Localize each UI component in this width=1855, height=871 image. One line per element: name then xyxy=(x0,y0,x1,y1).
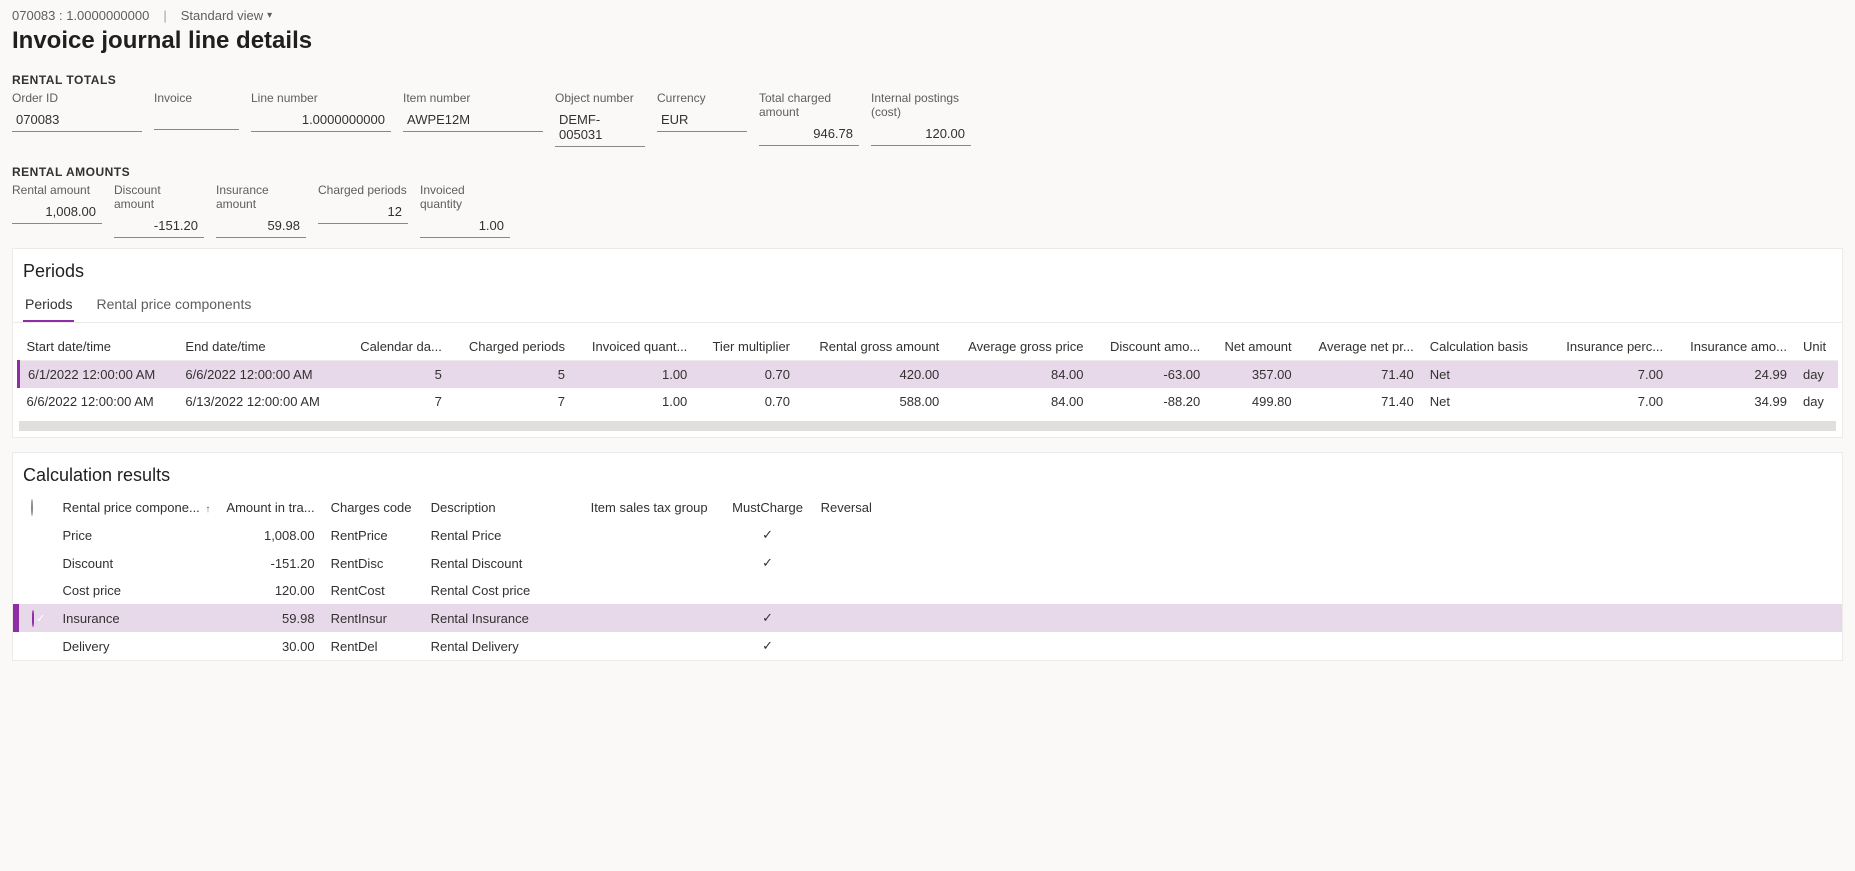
col-tax[interactable]: Item sales tax group xyxy=(583,494,723,521)
view-label: Standard view xyxy=(181,8,263,23)
field-charged-periods: Charged periods 12 xyxy=(318,183,408,238)
check-icon: ✓ xyxy=(762,638,773,653)
col-rev[interactable]: Reversal xyxy=(813,494,903,521)
tab-rental-price-components[interactable]: Rental price components xyxy=(94,290,253,322)
periods-tabs: Periods Rental price components xyxy=(13,290,1842,323)
table-row[interactable]: 6/1/2022 12:00:00 AM6/6/2022 12:00:00 AM… xyxy=(19,361,1839,389)
table-row[interactable]: Discount-151.20RentDiscRental Discount✓ xyxy=(15,549,1843,577)
periods-col[interactable]: Calendar da... xyxy=(343,333,450,361)
periods-col[interactable]: Charged periods xyxy=(450,333,573,361)
periods-col[interactable]: Average net pr... xyxy=(1300,333,1422,361)
col-amount[interactable]: Amount in tra... xyxy=(218,494,322,521)
field-rental-amount: Rental amount 1,008.00 xyxy=(12,183,102,238)
periods-col[interactable]: End date/time xyxy=(177,333,342,361)
page-title: Invoice journal line details xyxy=(0,27,1855,65)
col-desc[interactable]: Description xyxy=(423,494,583,521)
field-currency: Currency EUR xyxy=(657,91,747,147)
tab-periods[interactable]: Periods xyxy=(23,290,74,322)
periods-col[interactable]: Start date/time xyxy=(19,333,178,361)
rental-amounts-fields: Rental amount 1,008.00 Discount amount -… xyxy=(0,183,1855,248)
periods-col[interactable]: Insurance perc... xyxy=(1547,333,1671,361)
periods-col[interactable]: Insurance amo... xyxy=(1671,333,1795,361)
field-discount-amount: Discount amount -151.20 xyxy=(114,183,204,238)
field-invoice: Invoice xyxy=(154,91,239,147)
view-selector[interactable]: Standard view ▾ xyxy=(181,8,272,23)
table-row[interactable]: Cost price120.00RentCostRental Cost pric… xyxy=(15,577,1843,604)
table-row[interactable]: 6/6/2022 12:00:00 AM6/13/2022 12:00:00 A… xyxy=(19,388,1839,415)
periods-col[interactable]: Discount amo... xyxy=(1092,333,1209,361)
table-row[interactable]: Price1,008.00RentPriceRental Price✓ xyxy=(15,521,1843,549)
periods-col[interactable]: Average gross price xyxy=(947,333,1091,361)
calc-title: Calculation results xyxy=(13,453,1842,494)
sort-asc-icon: ↑ xyxy=(205,504,210,515)
periods-grid-wrap: Start date/timeEnd date/timeCalendar da.… xyxy=(13,323,1842,419)
check-icon: ✓ xyxy=(762,610,773,625)
table-row[interactable]: Insurance59.98RentInsurRental Insurance✓ xyxy=(15,604,1843,632)
horizontal-scrollbar[interactable] xyxy=(19,421,1836,431)
field-item-number: Item number AWPE12M xyxy=(403,91,543,147)
col-component[interactable]: Rental price compone... ↑ xyxy=(55,494,219,521)
field-order-id: Order ID 070083 xyxy=(12,91,142,147)
field-invoiced-quantity: Invoiced quantity 1.00 xyxy=(420,183,510,238)
calc-panel: Calculation results Rental price compone… xyxy=(12,452,1843,661)
separator: | xyxy=(163,8,166,23)
periods-panel: Periods Periods Rental price components … xyxy=(12,248,1843,438)
check-icon: ✓ xyxy=(762,527,773,542)
periods-col[interactable]: Calculation basis xyxy=(1422,333,1547,361)
field-insurance-amount: Insurance amount 59.98 xyxy=(216,183,306,238)
breadcrumb-bar: 070083 : 1.0000000000 | Standard view ▾ xyxy=(0,0,1855,27)
select-all-circle[interactable] xyxy=(31,499,33,516)
check-icon: ✓ xyxy=(762,555,773,570)
calc-grid: Rental price compone... ↑ Amount in tra.… xyxy=(13,494,1842,660)
periods-col[interactable]: Net amount xyxy=(1208,333,1299,361)
periods-title: Periods xyxy=(13,249,1842,290)
periods-col[interactable]: Rental gross amount xyxy=(798,333,947,361)
periods-grid: Start date/timeEnd date/timeCalendar da.… xyxy=(17,333,1838,415)
breadcrumb: 070083 : 1.0000000000 xyxy=(12,8,149,23)
periods-col[interactable]: Tier multiplier xyxy=(695,333,798,361)
col-code[interactable]: Charges code xyxy=(323,494,423,521)
table-row[interactable]: Delivery30.00RentDelRental Delivery✓ xyxy=(15,632,1843,660)
rental-totals-fields: Order ID 070083 Invoice Line number 1.00… xyxy=(0,91,1855,157)
field-internal-postings: Internal postings (cost) 120.00 xyxy=(871,91,971,147)
field-object-number: Object number DEMF-005031 xyxy=(555,91,645,147)
rental-amounts-label: RENTAL AMOUNTS xyxy=(0,157,1855,183)
row-selected-icon[interactable] xyxy=(32,610,34,627)
field-line-number: Line number 1.0000000000 xyxy=(251,91,391,147)
chevron-down-icon: ▾ xyxy=(267,10,272,21)
field-total-charged: Total charged amount 946.78 xyxy=(759,91,859,147)
col-must[interactable]: MustCharge xyxy=(723,494,813,521)
periods-col[interactable]: Unit xyxy=(1795,333,1838,361)
rental-totals-label: RENTAL TOTALS xyxy=(0,65,1855,91)
periods-col[interactable]: Invoiced quant... xyxy=(573,333,695,361)
